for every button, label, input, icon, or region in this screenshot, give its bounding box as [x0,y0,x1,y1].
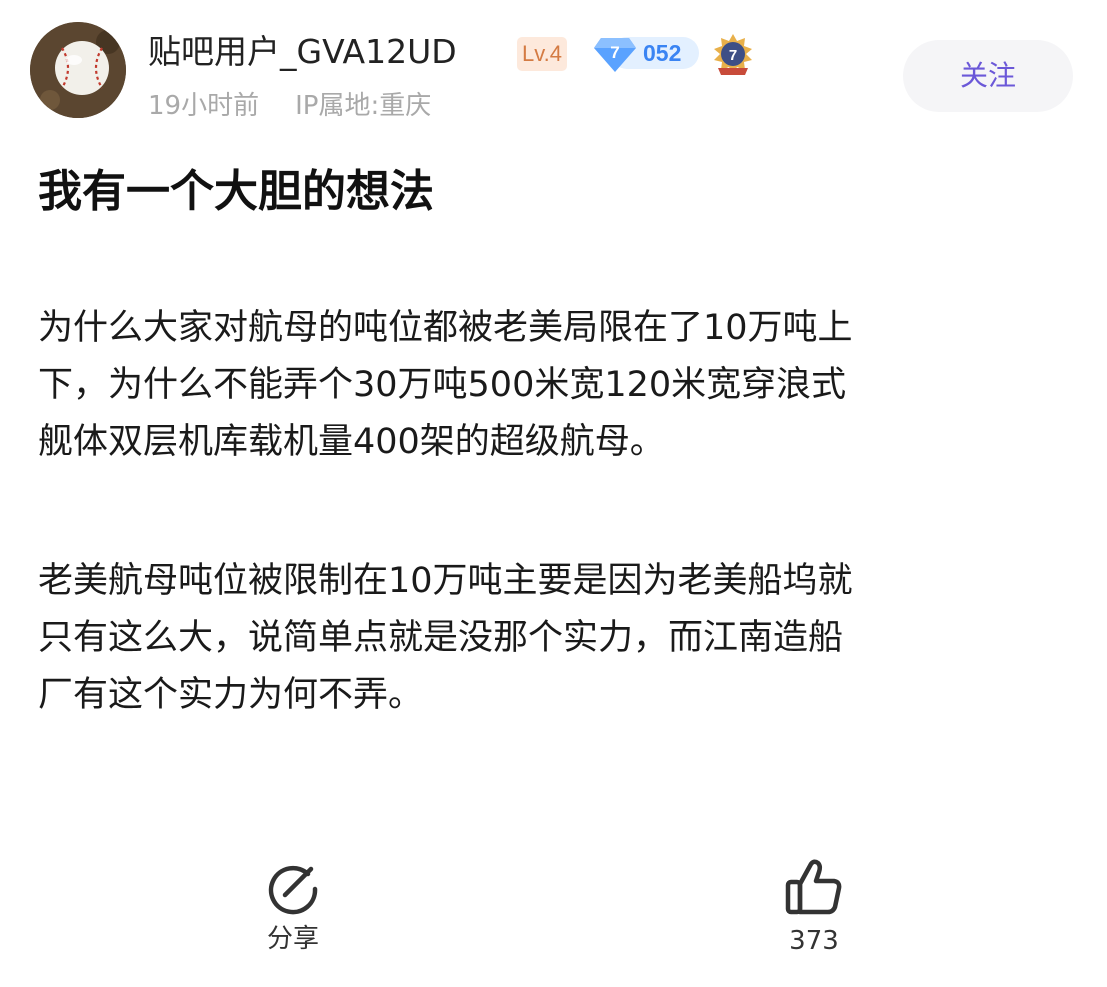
username[interactable]: 贴吧用户_GVA12UD [148,30,457,74]
paragraph-line: 下，为什么不能弄个30万吨500米宽120米宽穿浪式 [38,365,847,405]
like-count: 373 [789,926,839,956]
paragraph-line: 老美航母吨位被限制在10万吨主要是因为老美船坞就 [38,561,853,601]
medal-number: 7 [729,47,737,64]
post-paragraph-1: 为什么大家对航母的吨位都被老美局限在了10万吨上 下，为什么不能弄个30万吨50… [38,300,1078,471]
share-icon [268,865,318,915]
follow-button[interactable]: 关注 [903,40,1073,112]
share-label: 分享 [266,924,319,954]
post-header: 贴吧用户_GVA12UD Lv.4 052 7 7 19小时前 IP属地:重庆 关… [30,22,1080,132]
like-button[interactable]: 373 [754,856,874,958]
paragraph-line: 厂有这个实力为何不弄。 [38,675,424,715]
level-badge: Lv.4 [517,37,567,71]
baseball-avatar-icon [30,22,126,118]
user-avatar[interactable] [30,22,126,118]
post-time: 19小时前 [148,91,260,121]
paragraph-line: 只有这么大，说简单点就是没那个实力，而江南造船 [38,618,844,658]
paragraph-line: 舰体双层机库载机量400架的超级航母。 [38,422,665,462]
gem-level: 7 [610,43,619,62]
post-title: 我有一个大胆的想法 [38,166,434,217]
ip-location: IP属地:重庆 [295,91,432,121]
post-meta: 19小时前 IP属地:重庆 [148,86,431,126]
gem-count: 052 [643,40,682,66]
diamond-icon: 7 [594,38,636,72]
post-paragraph-2: 老美航母吨位被限制在10万吨主要是因为老美船坞就 只有这么大，说简单点就是没那个… [38,553,1078,724]
thumbs-up-icon [785,859,842,915]
share-button[interactable]: 分享 [238,858,348,956]
paragraph-line: 为什么大家对航母的吨位都被老美局限在了10万吨上 [38,308,853,348]
medal-icon: 7 [714,34,752,75]
